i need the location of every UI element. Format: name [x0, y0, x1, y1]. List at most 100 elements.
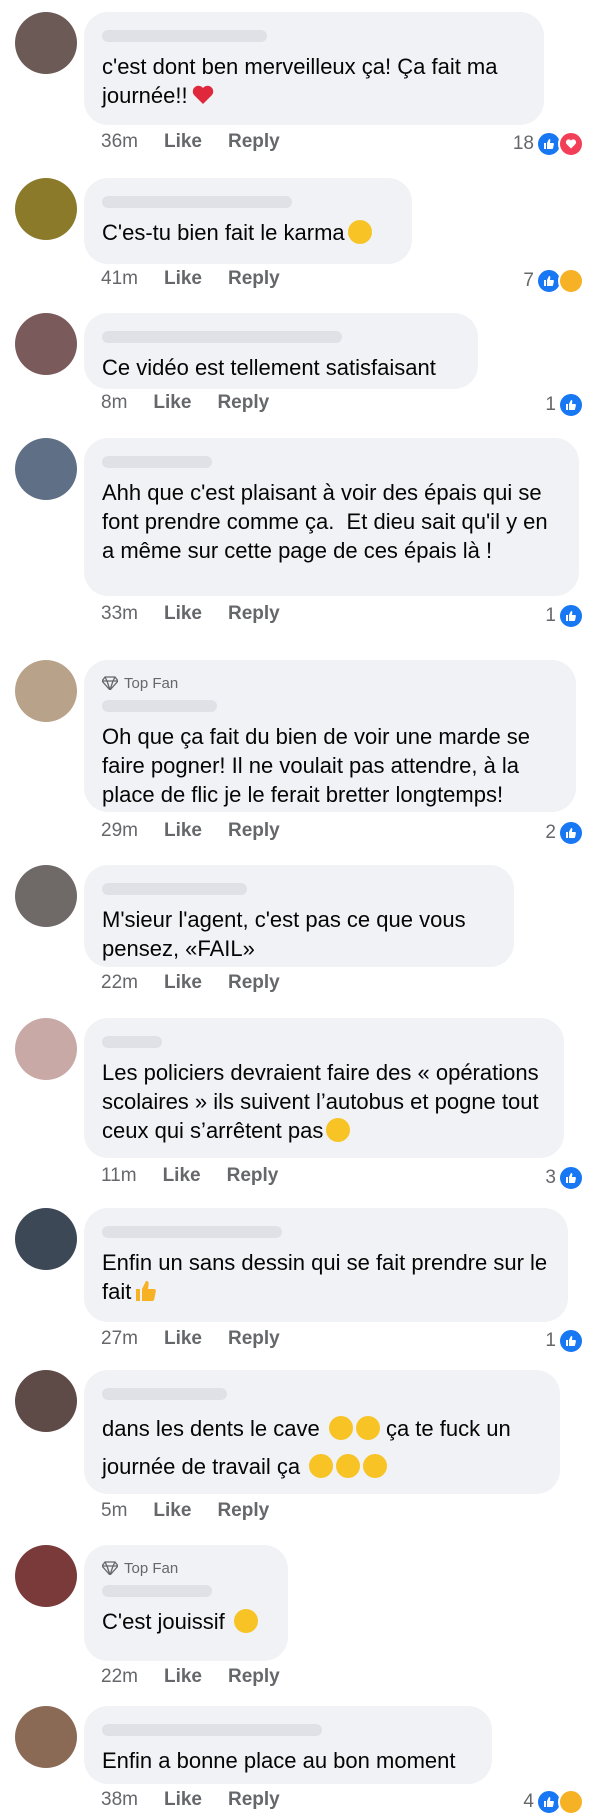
like-button[interactable]: Like: [164, 131, 202, 153]
reply-button[interactable]: Reply: [217, 392, 269, 414]
like-button[interactable]: Like: [164, 972, 202, 994]
like-button[interactable]: Like: [164, 603, 202, 625]
comment-bubble: Enfin a bonne place au bon moment: [84, 1706, 492, 1784]
reply-button[interactable]: Reply: [227, 1165, 279, 1187]
comment-bubble: Ahh que c'est plaisant à voir des épais …: [84, 438, 579, 596]
comment-bubble: M'sieur l'agent, c'est pas ce que vous p…: [84, 865, 514, 967]
top-fan-badge: Top Fan: [102, 674, 558, 692]
comment-text: Oh que ça fait du bien de voir une marde…: [102, 724, 537, 807]
timestamp[interactable]: 33m: [101, 603, 138, 625]
reply-button[interactable]: Reply: [217, 1500, 269, 1522]
reaction-count: 1: [545, 605, 556, 626]
rofl-emoji: [363, 1454, 388, 1478]
timestamp[interactable]: 11m: [101, 1165, 137, 1187]
author-name-blurred[interactable]: [102, 700, 217, 712]
comment-bubble: c'est dont ben merveilleux ça! Ça fait m…: [84, 12, 544, 125]
author-name-blurred[interactable]: [102, 1226, 282, 1238]
author-name-blurred[interactable]: [102, 1585, 212, 1597]
haha-reaction-icon: [558, 268, 584, 294]
reactions[interactable]: 4: [523, 1789, 584, 1815]
reply-button[interactable]: Reply: [228, 1789, 280, 1811]
timestamp[interactable]: 41m: [101, 268, 138, 290]
avatar[interactable]: [15, 1545, 77, 1607]
comment-text: Enfin a bonne place au bon moment: [102, 1748, 456, 1773]
avatar[interactable]: [15, 438, 77, 500]
author-name-blurred[interactable]: [102, 196, 292, 208]
comment-actions: 29m Like Reply: [101, 820, 306, 842]
rofl-emoji: [336, 1454, 361, 1478]
author-name-blurred[interactable]: [102, 1036, 162, 1048]
rofl-emoji: [347, 220, 372, 244]
reaction-count: 7: [523, 270, 534, 291]
avatar[interactable]: [15, 1208, 77, 1270]
author-name-blurred[interactable]: [102, 1724, 322, 1736]
avatar[interactable]: [15, 1018, 77, 1080]
timestamp[interactable]: 22m: [101, 972, 138, 994]
reply-button[interactable]: Reply: [228, 1328, 280, 1350]
reactions[interactable]: 1: [545, 1328, 584, 1354]
like-button[interactable]: Like: [164, 1328, 202, 1350]
like-reaction-icon: [558, 1328, 584, 1354]
reply-button[interactable]: Reply: [228, 603, 280, 625]
author-name-blurred[interactable]: [102, 456, 212, 468]
sweat-smile-emoji: [355, 1416, 380, 1440]
timestamp[interactable]: 27m: [101, 1328, 138, 1350]
comment-text: M'sieur l'agent, c'est pas ce que vous p…: [102, 907, 472, 961]
like-button[interactable]: Like: [164, 1789, 202, 1811]
like-button[interactable]: Like: [153, 1500, 191, 1522]
avatar[interactable]: [15, 313, 77, 375]
like-button[interactable]: Like: [153, 392, 191, 414]
reply-button[interactable]: Reply: [228, 820, 280, 842]
reaction-count: 4: [523, 1791, 534, 1812]
avatar[interactable]: [15, 12, 77, 74]
reply-button[interactable]: Reply: [228, 131, 280, 153]
timestamp[interactable]: 8m: [101, 392, 127, 414]
author-name-blurred[interactable]: [102, 331, 342, 343]
reactions[interactable]: 7: [523, 268, 584, 294]
avatar[interactable]: [15, 1706, 77, 1768]
avatar[interactable]: [15, 660, 77, 722]
timestamp[interactable]: 22m: [101, 1666, 138, 1688]
comment-text: Ahh que c'est plaisant à voir des épais …: [102, 480, 554, 563]
avatar[interactable]: [15, 865, 77, 927]
author-name-blurred[interactable]: [102, 30, 267, 42]
reaction-count: 1: [545, 394, 556, 415]
avatar[interactable]: [15, 1370, 77, 1432]
rofl-emoji: [309, 1454, 334, 1478]
reply-button[interactable]: Reply: [228, 972, 280, 994]
comment-actions: 33m Like Reply: [101, 603, 306, 625]
comment-bubble: Top Fan Oh que ça fait du bien de voir u…: [84, 660, 576, 812]
author-name-blurred[interactable]: [102, 1388, 227, 1400]
comment-text: Les policiers devraient faire des « opér…: [102, 1060, 545, 1143]
comment-actions: 27m Like Reply: [101, 1328, 306, 1350]
timestamp[interactable]: 5m: [101, 1500, 127, 1522]
comment-actions: 5m Like Reply: [101, 1500, 295, 1522]
heart-reaction-icon: [558, 131, 584, 157]
reply-button[interactable]: Reply: [228, 1666, 280, 1688]
reply-button[interactable]: Reply: [228, 268, 280, 290]
reactions[interactable]: 3: [545, 1165, 584, 1191]
comment-actions: 22m Like Reply: [101, 972, 306, 994]
reactions[interactable]: 18: [513, 131, 584, 157]
comment-bubble: Enfin un sans dessin qui se fait prendre…: [84, 1208, 568, 1322]
comment-actions: 11m Like Reply: [101, 1165, 304, 1187]
timestamp[interactable]: 29m: [101, 820, 138, 842]
comment-text: C'est jouissif: [102, 1609, 225, 1634]
comment-actions: 38m Like Reply: [101, 1789, 306, 1811]
like-button[interactable]: Like: [163, 1165, 201, 1187]
timestamp[interactable]: 36m: [101, 131, 138, 153]
reaction-count: 3: [545, 1167, 556, 1188]
reactions[interactable]: 2: [545, 820, 584, 846]
timestamp[interactable]: 38m: [101, 1789, 138, 1811]
like-button[interactable]: Like: [164, 268, 202, 290]
like-button[interactable]: Like: [164, 1666, 202, 1688]
like-button[interactable]: Like: [164, 820, 202, 842]
reactions[interactable]: 1: [545, 603, 584, 629]
tongue-emoji: [233, 1609, 258, 1633]
reactions[interactable]: 1: [545, 392, 584, 418]
author-name-blurred[interactable]: [102, 883, 247, 895]
like-reaction-icon: [558, 820, 584, 846]
avatar[interactable]: [15, 178, 77, 240]
comment-bubble: Ce vidéo est tellement satisfaisant: [84, 313, 478, 389]
like-reaction-icon: [558, 1165, 584, 1191]
